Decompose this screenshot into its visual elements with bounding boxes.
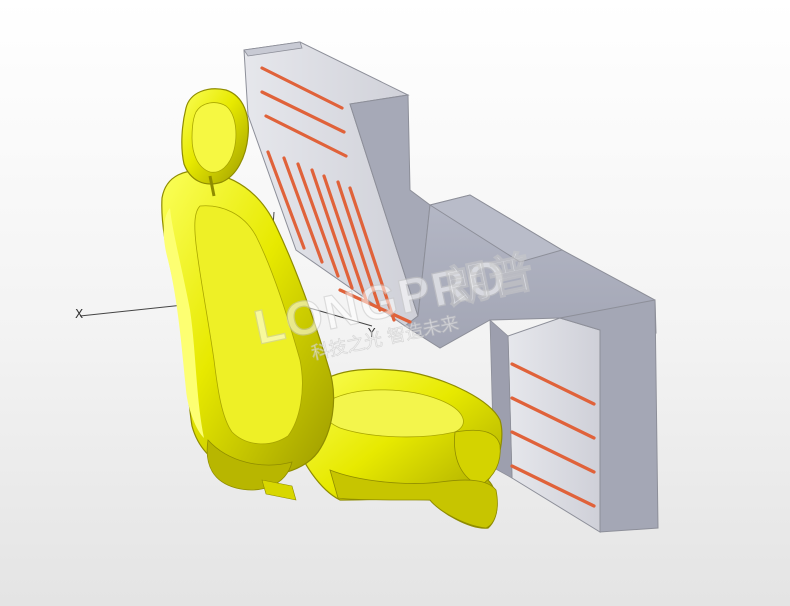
x-axis-label: X (75, 307, 83, 321)
cad-viewport[interactable]: X Y LONGPRO 朗普 科技之光 智造未来 (0, 0, 790, 606)
seat-frame (261, 479, 297, 501)
headrest-front (191, 102, 237, 173)
lower-panel-inner (507, 317, 601, 533)
3d-model-view[interactable]: X Y LONGPRO 朗普 科技之光 智造未来 (0, 0, 790, 606)
